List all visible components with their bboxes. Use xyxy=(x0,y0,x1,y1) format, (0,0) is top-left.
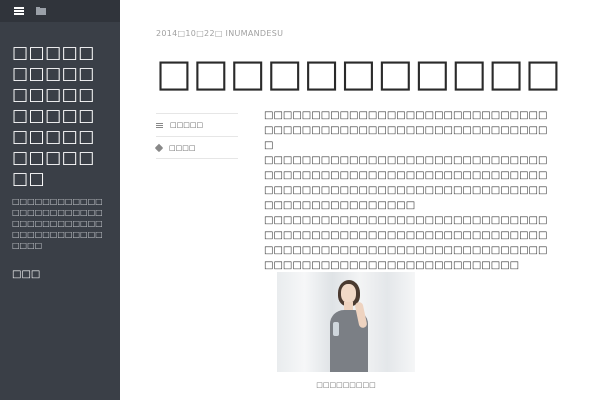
site-title[interactable]: □□□□□□□□□□□□□□□□□□□□□□□□□□□□□□□□ xyxy=(12,43,110,190)
image-caption: □□□□□□□□□ xyxy=(316,381,376,389)
site-description: □□□□□□□□□□□□□□□□□□□□□□□□□□□□□□□□□□□□□□□□… xyxy=(12,197,103,250)
tag-icon xyxy=(154,143,164,152)
folder-icon[interactable] xyxy=(36,7,46,15)
list-icon xyxy=(156,122,163,128)
tag-row[interactable]: □□□□ xyxy=(154,136,238,159)
main-content: 2014□10□22□ INUMANDESU □□□□□□□□□□□ □□□□□… xyxy=(120,0,600,400)
post-image[interactable] xyxy=(277,272,415,372)
post-paragraph: □□□□□□□□□□□□□□□□□□□□□□□□□□□□□□□□□□□□□□□□… xyxy=(264,215,548,241)
post-paragraph: □□□□□□□□□□□□□□□□□□□□□□□□□□□□□□□□□□□□□□□□… xyxy=(264,245,548,271)
sidebar-toolbar xyxy=(0,0,120,22)
sidebar: □□□□□□□□□□□□□□□□□□□□□□□□□□□□□□□□ □□□□□□□… xyxy=(0,0,120,400)
post-taxonomy: □□□□□ □□□□ xyxy=(154,113,238,159)
post-figure: □□□□□□□□□ xyxy=(277,272,415,389)
post-body: □□□□□□□□□□□□□□□□□□□□□□□□□□□□□□□□□□□□□□□□… xyxy=(264,108,554,273)
menu-icon[interactable] xyxy=(14,7,24,15)
post-paragraph: □□□□□□□□□□□□□□□□□□□□□□□□□□□□□□□□□□□□□□□□… xyxy=(264,155,548,211)
sidebar-link[interactable]: □□□ xyxy=(12,269,120,280)
post-paragraph: □□□□□□□□□□□□□□□□□□□□□□□□□□□□□□□□□□□□□□□□… xyxy=(264,110,548,151)
category-link[interactable]: □□□□□ xyxy=(170,121,203,129)
tag-link[interactable]: □□□□ xyxy=(169,144,195,152)
post-meta[interactable]: 2014□10□22□ INUMANDESU xyxy=(156,29,283,38)
post-title: □□□□□□□□□□□ xyxy=(156,51,562,95)
category-row[interactable]: □□□□□ xyxy=(156,113,238,136)
